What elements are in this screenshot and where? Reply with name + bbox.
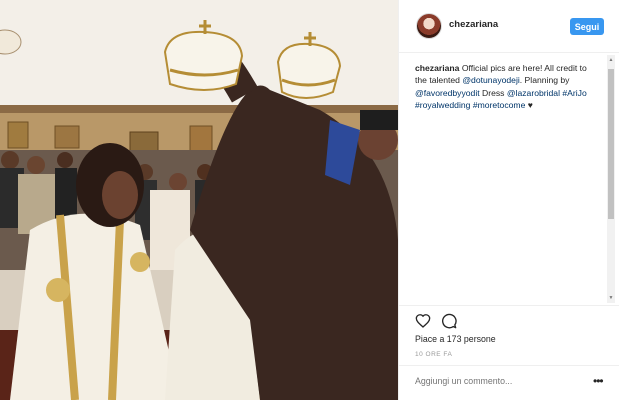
caption-author[interactable]: chezariana	[415, 63, 459, 73]
post-timestamp: 10 ORE FA	[415, 351, 453, 358]
hashtag-link[interactable]: #AriJo	[562, 88, 586, 98]
divider	[399, 305, 619, 306]
scroll-thumb[interactable]	[608, 69, 614, 219]
mention-link[interactable]: @favoredbyyodit	[415, 88, 480, 98]
post-photo[interactable]	[0, 0, 398, 400]
mention-link[interactable]: @lazarobridal	[507, 88, 560, 98]
likes-count[interactable]: Piace a 173 persone	[415, 334, 496, 344]
add-comment-input[interactable]	[415, 376, 565, 386]
post-side-panel: chezariana Segui chezariana Official pic…	[398, 0, 619, 400]
username-link[interactable]: chezariana	[449, 19, 498, 30]
more-options-button[interactable]: •••	[593, 374, 604, 388]
caption-text: ♥	[525, 100, 533, 111]
caption-text: Dress	[479, 87, 507, 98]
comment-icon[interactable]	[441, 313, 457, 329]
hashtag-link[interactable]: #royalwedding	[415, 100, 470, 110]
scroll-down-arrow-icon[interactable]: ▼	[608, 294, 614, 302]
hashtag-link[interactable]: #moretocome	[473, 100, 526, 110]
wedding-photo-illustration	[0, 0, 398, 400]
caption-text: . Planning by	[519, 75, 570, 86]
divider	[399, 365, 619, 366]
comments-scrollbar[interactable]: ▲ ▼	[607, 55, 615, 303]
post-header: chezariana Segui	[399, 0, 619, 53]
post-caption: chezariana Official pics are here! All c…	[415, 62, 595, 112]
avatar[interactable]	[416, 13, 442, 39]
heart-icon[interactable]	[415, 313, 431, 329]
scroll-up-arrow-icon[interactable]: ▲	[608, 56, 614, 64]
follow-button[interactable]: Segui	[570, 18, 604, 35]
mention-link[interactable]: @dotunayodeji	[462, 75, 519, 85]
